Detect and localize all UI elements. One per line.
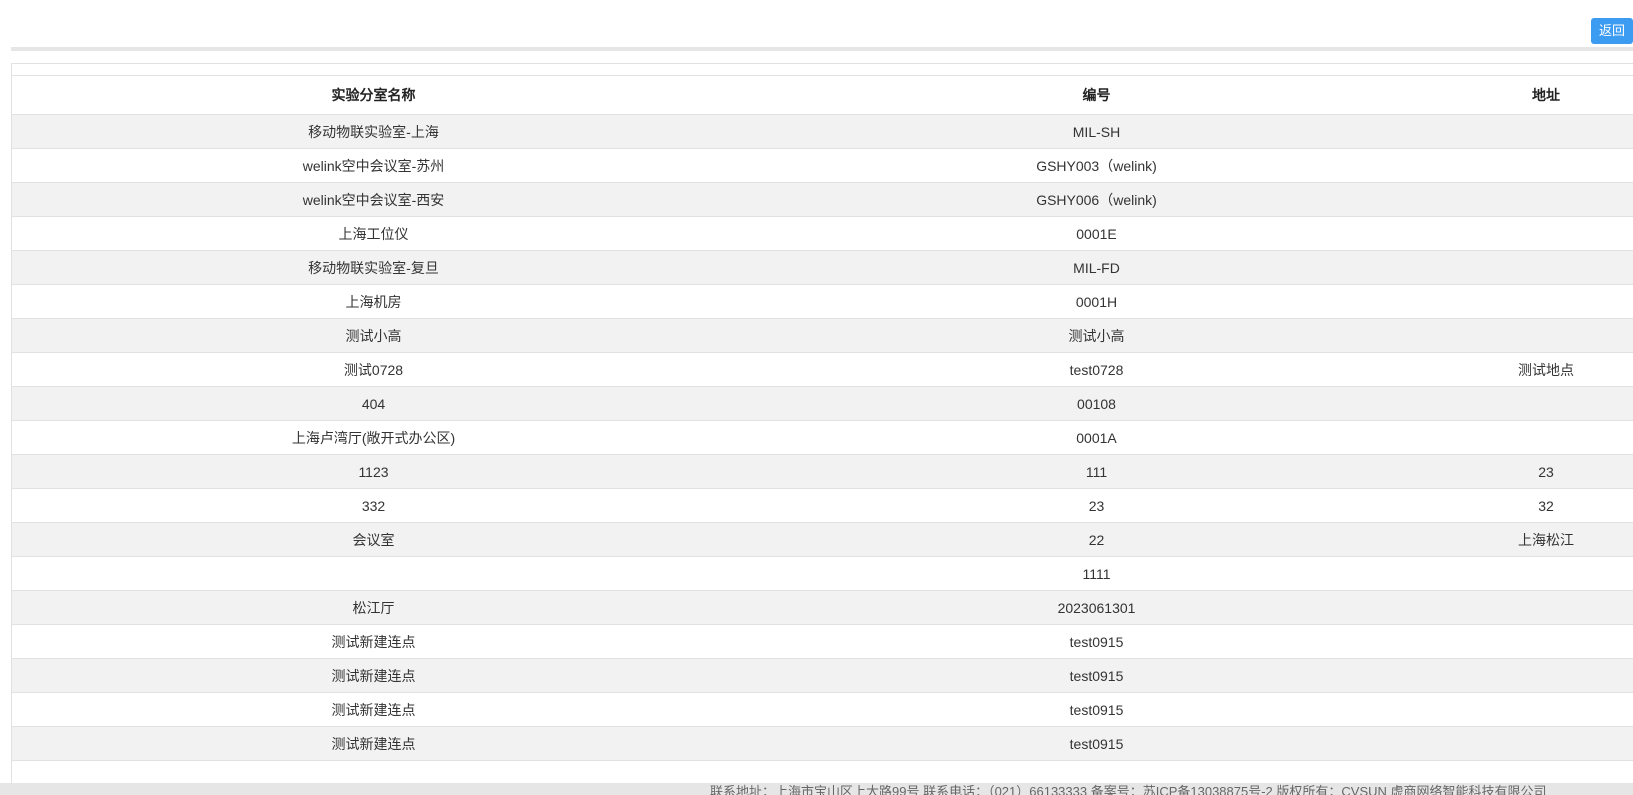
table-row: 测试小高 测试小高: [12, 318, 1633, 353]
cell-code: 22: [735, 522, 1458, 557]
cell-name: 测试新建连点: [12, 658, 735, 693]
cell-address: [1458, 250, 1633, 285]
cell-code: 0001H: [735, 284, 1458, 319]
cell-address: [1458, 216, 1633, 251]
cell-address: 23: [1458, 454, 1633, 489]
table-row: 上海工位仪 0001E: [12, 216, 1633, 251]
cell-code: test0915: [735, 726, 1458, 761]
cell-address: [1458, 590, 1633, 625]
table-row: 移动物联实验室-上海 MIL-SH: [12, 114, 1633, 149]
cell-name: 上海卢湾厅(敞开式办公区): [12, 420, 735, 455]
cell-code: 测试小高: [735, 318, 1458, 353]
cell-address: 上海松江: [1458, 522, 1633, 557]
cell-name: 测试0728: [12, 352, 735, 387]
cell-address: [1458, 624, 1633, 659]
lab-room-table: 实验分室名称 编号 地址 移动物联实验室-上海 MIL-SH welink空中会议室…: [12, 75, 1633, 761]
cell-name: 404: [12, 386, 735, 421]
cell-name: [12, 556, 735, 591]
table-row: 上海卢湾厅(敞开式办公区) 0001A: [12, 420, 1633, 455]
table-row: 移动物联实验室-复旦 MIL-FD: [12, 250, 1633, 285]
table-row: 测试新建连点 test0915: [12, 658, 1633, 693]
column-header-address: 地址: [1458, 75, 1633, 115]
cell-code: 1111: [735, 556, 1458, 591]
cell-name: 上海工位仪: [12, 216, 735, 251]
cell-name: 上海机房: [12, 284, 735, 319]
cell-address: [1458, 692, 1633, 727]
cell-address: [1458, 386, 1633, 421]
cell-code: test0915: [735, 624, 1458, 659]
cell-code: 0001A: [735, 420, 1458, 455]
cell-address: [1458, 318, 1633, 353]
cell-code: 2023061301: [735, 590, 1458, 625]
toolbar: 返回: [11, 0, 1633, 51]
cell-address: [1458, 284, 1633, 319]
cell-address: 32: [1458, 488, 1633, 523]
cell-code: test0915: [735, 658, 1458, 693]
cell-name: 测试新建连点: [12, 726, 735, 761]
table-row: 332 23 32: [12, 488, 1633, 523]
cell-name: 1123: [12, 454, 735, 489]
cell-name: welink空中会议室-西安: [12, 182, 735, 217]
footer-text: 联系地址：上海市宝山区上大路99号 联系电话：（021）66133333 备案号…: [710, 784, 1547, 795]
table-row: 测试0728 test0728 测试地点: [12, 352, 1633, 387]
footer: 联系地址：上海市宝山区上大路99号 联系电话：（021）66133333 备案号…: [0, 783, 1633, 795]
table-row: 测试新建连点 test0915: [12, 624, 1633, 659]
table-row: welink空中会议室-苏州 GSHY003（welink): [12, 148, 1633, 183]
table-row: 会议室 22 上海松江: [12, 522, 1633, 557]
cell-code: 00108: [735, 386, 1458, 421]
cell-name: 会议室: [12, 522, 735, 557]
cell-address: [1458, 556, 1633, 591]
cell-name: 测试新建连点: [12, 624, 735, 659]
table-row: 1111: [12, 556, 1633, 591]
cell-name: welink空中会议室-苏州: [12, 148, 735, 183]
cell-name: 测试小高: [12, 318, 735, 353]
table-row: 测试新建连点 test0915: [12, 692, 1633, 727]
table-row: 松江厅 2023061301: [12, 590, 1633, 625]
cell-code: test0728: [735, 352, 1458, 387]
cell-address: [1458, 726, 1633, 761]
cell-address: [1458, 182, 1633, 217]
cell-code: MIL-FD: [735, 250, 1458, 285]
cell-address: 测试地点: [1458, 352, 1633, 387]
cell-name: 移动物联实验室-复旦: [12, 250, 735, 285]
page: 返回 实验分室名称 编号 地址 移动物联实验室-上海 MIL-SH welink空中…: [0, 0, 1633, 795]
cell-address: [1458, 658, 1633, 693]
table-row: 上海机房 0001H: [12, 284, 1633, 319]
cell-address: [1458, 420, 1633, 455]
cell-name: 松江厅: [12, 590, 735, 625]
cell-code: GSHY006（welink): [735, 182, 1458, 217]
cell-code: MIL-SH: [735, 114, 1458, 149]
cell-address: [1458, 114, 1633, 149]
table-body: 移动物联实验室-上海 MIL-SH welink空中会议室-苏州 GSHY003（we…: [12, 114, 1633, 761]
cell-code: 0001E: [735, 216, 1458, 251]
table-row: 404 00108: [12, 386, 1633, 421]
column-header-name: 实验分室名称: [12, 75, 735, 115]
cell-code: 23: [735, 488, 1458, 523]
lab-room-table-container: 实验分室名称 编号 地址 移动物联实验室-上海 MIL-SH welink空中会议室…: [11, 63, 1633, 784]
cell-name: 测试新建连点: [12, 692, 735, 727]
cell-name: 332: [12, 488, 735, 523]
cell-code: 111: [735, 454, 1458, 489]
column-header-code: 编号: [735, 75, 1458, 115]
table-row: 1123 111 23: [12, 454, 1633, 489]
back-button[interactable]: 返回: [1590, 18, 1633, 44]
cell-code: GSHY003（welink): [735, 148, 1458, 183]
cell-name: 移动物联实验室-上海: [12, 114, 735, 149]
table-header-row: 实验分室名称 编号 地址: [12, 75, 1633, 115]
table-row: welink空中会议室-西安 GSHY006（welink): [12, 182, 1633, 217]
table-row: 测试新建连点 test0915: [12, 726, 1633, 761]
cell-address: [1458, 148, 1633, 183]
cell-code: test0915: [735, 692, 1458, 727]
